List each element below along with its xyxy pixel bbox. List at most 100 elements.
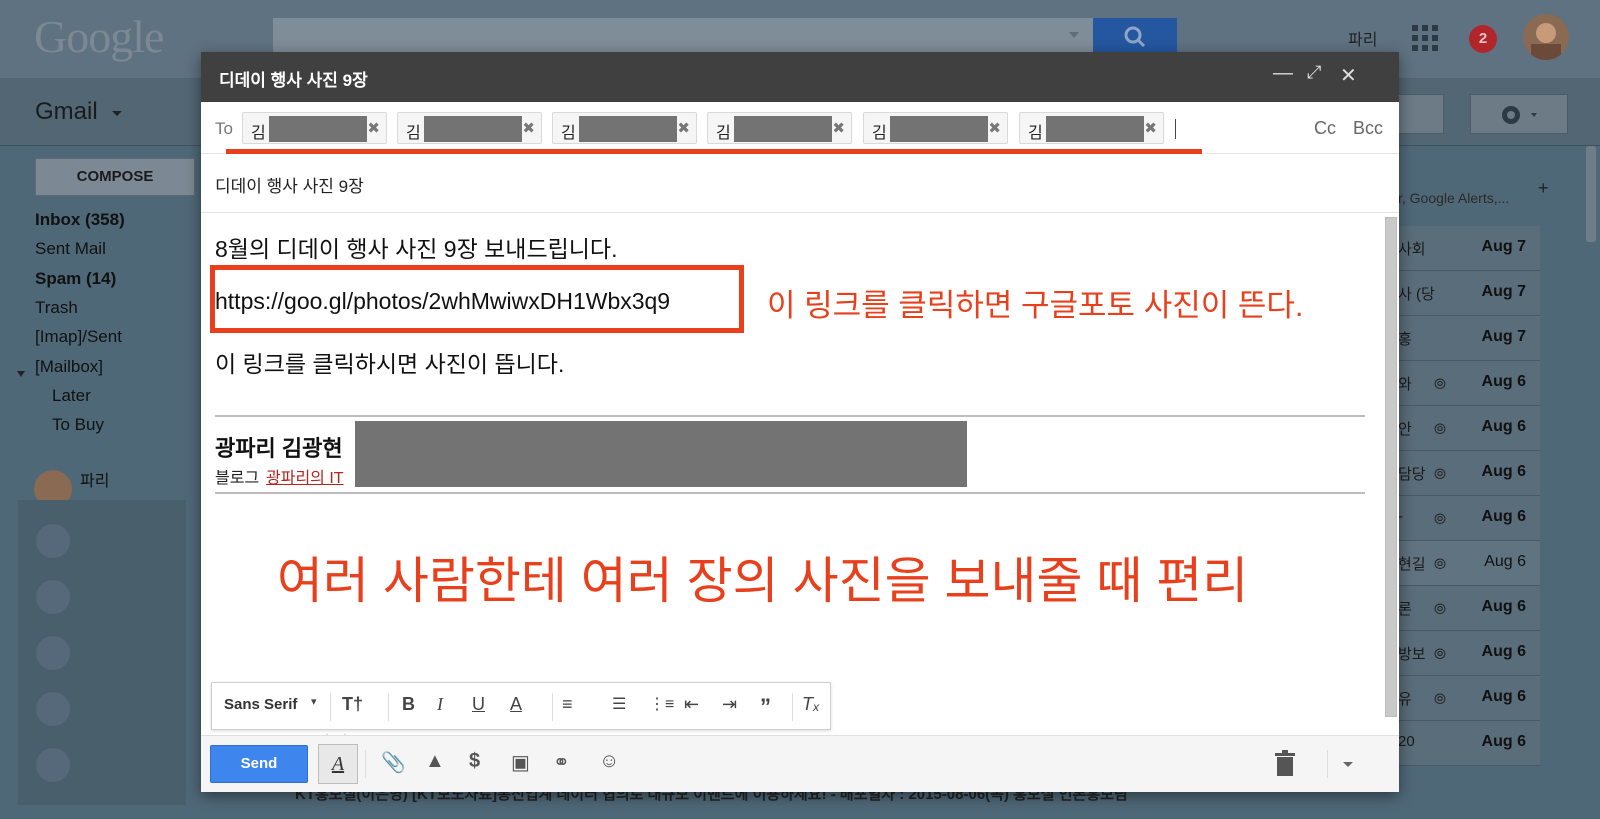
- remove-recipient-icon[interactable]: ✖: [522, 119, 535, 137]
- recipient-chip[interactable]: 김 ✖: [1019, 112, 1164, 144]
- subject-field[interactable]: 디데이 행사 사진 9장: [215, 172, 364, 197]
- nav-to-buy[interactable]: To Buy: [52, 415, 104, 435]
- formatting-options-icon[interactable]: A: [318, 744, 358, 784]
- remove-recipient-icon[interactable]: ✖: [367, 119, 380, 137]
- send-button[interactable]: Send: [210, 745, 308, 783]
- italic-icon[interactable]: I: [437, 694, 443, 715]
- contact-avatar[interactable]: [36, 636, 70, 670]
- hangouts-user-name[interactable]: 파리: [80, 467, 109, 491]
- signature-blog-link[interactable]: 광파리의 IT: [266, 464, 344, 488]
- pop-out-icon[interactable]: ⤢: [1307, 62, 1321, 83]
- email-row[interactable]: 사 (당 Aug 7: [1398, 271, 1540, 316]
- contact-avatar[interactable]: [36, 748, 70, 782]
- nav-imap-sent[interactable]: [Imap]/Sent: [35, 327, 122, 347]
- contact-avatar[interactable]: [36, 692, 70, 726]
- insert-link-icon[interactable]: ⚭: [553, 750, 570, 775]
- photo-link[interactable]: https://goo.gl/photos/2whMwiwxDH1Wbx3q9: [215, 288, 670, 315]
- nav-inbox[interactable]: Inbox (358): [35, 210, 125, 230]
- recipient-chip[interactable]: 김 ✖: [242, 112, 387, 144]
- body-text[interactable]: 8월의 디데이 행사 사진 9장 보내드립니다.: [215, 230, 617, 264]
- remove-recipient-icon[interactable]: ✖: [1144, 119, 1157, 137]
- emoji-icon[interactable]: ☺: [599, 750, 619, 773]
- underline-icon[interactable]: U: [472, 694, 485, 715]
- notification-badge[interactable]: 2: [1469, 25, 1497, 53]
- recipient-name: 김: [561, 125, 576, 142]
- email-row[interactable]: 담당 ⦾ Aug 6: [1398, 451, 1540, 496]
- remove-recipient-icon[interactable]: ✖: [988, 119, 1001, 137]
- compose-button[interactable]: COMPOSE: [35, 158, 195, 196]
- numbered-list-icon[interactable]: ☰: [612, 694, 626, 714]
- discard-draft-icon[interactable]: [1275, 750, 1295, 776]
- bulleted-list-icon[interactable]: ⋮≡: [649, 694, 674, 714]
- compose-title-bar[interactable]: 디데이 행사 사진 9장 — ⤢ ✕: [201, 52, 1399, 102]
- font-family-select[interactable]: Sans Serif: [224, 696, 297, 713]
- search-options-caret-icon[interactable]: [1069, 32, 1079, 38]
- nav-spam[interactable]: Spam (14): [35, 269, 116, 289]
- recipient-chip[interactable]: 김 ✖: [707, 112, 852, 144]
- insert-photo-icon[interactable]: ▣: [511, 750, 530, 775]
- bold-icon[interactable]: B: [402, 694, 415, 715]
- quote-icon[interactable]: ”: [760, 694, 771, 720]
- remove-recipient-icon[interactable]: ✖: [832, 119, 845, 137]
- nav-later[interactable]: Later: [52, 386, 91, 406]
- nav-trash[interactable]: Trash: [35, 298, 78, 318]
- body-text[interactable]: 이 링크를 클릭하시면 사진이 뜹니다.: [215, 345, 564, 379]
- minimize-icon[interactable]: —: [1273, 62, 1293, 85]
- text-color-icon[interactable]: A: [510, 694, 522, 715]
- google-logo[interactable]: Google: [34, 10, 164, 63]
- email-row[interactable]: 론 ⦾ Aug 6: [1398, 586, 1540, 631]
- toolbar-separator: [388, 693, 389, 721]
- font-size-icon[interactable]: T†: [342, 694, 363, 715]
- email-row[interactable]: 와 ⦾ Aug 6: [1398, 361, 1540, 406]
- email-row[interactable]: 사회 Aug 7: [1398, 226, 1540, 271]
- account-avatar[interactable]: [1523, 14, 1569, 60]
- body-scrollbar[interactable]: [1385, 217, 1397, 717]
- remove-formatting-icon[interactable]: Tₓ: [802, 694, 820, 715]
- remove-recipient-icon[interactable]: ✖: [677, 119, 690, 137]
- chevron-down-icon[interactable]: [112, 111, 122, 116]
- bcc-link[interactable]: Bcc: [1353, 118, 1383, 139]
- recipient-chip[interactable]: 김 ✖: [552, 112, 697, 144]
- recipient-chip[interactable]: 김 ✖: [397, 112, 542, 144]
- contact-avatar[interactable]: [36, 580, 70, 614]
- drive-icon[interactable]: ▲: [425, 750, 445, 773]
- contact-avatar[interactable]: [36, 524, 70, 558]
- indent-less-icon[interactable]: ⇤: [684, 694, 699, 715]
- close-icon[interactable]: ✕: [1340, 63, 1357, 88]
- formatting-toolbar: Sans Serif ▾ T† B I U A ≡ ☰ ⋮≡ ⇤ ⇥ ” Tₓ: [211, 682, 831, 730]
- email-row-date: Aug 6: [1481, 643, 1526, 660]
- recipient-name: 김: [716, 125, 731, 142]
- email-row[interactable]: 홍 Aug 7: [1398, 316, 1540, 361]
- align-icon[interactable]: ≡: [562, 694, 573, 715]
- more-options-icon[interactable]: [1343, 762, 1353, 767]
- nav-mailbox[interactable]: [Mailbox]: [35, 357, 103, 377]
- cc-link[interactable]: Cc: [1314, 118, 1336, 139]
- email-row[interactable]: 유 ⦾ Aug 6: [1398, 676, 1540, 721]
- indent-more-icon[interactable]: ⇥: [722, 694, 737, 715]
- recipient-chip[interactable]: 김 ✖: [863, 112, 1008, 144]
- email-row[interactable]: 현길 ⦾ Aug 6: [1398, 541, 1540, 586]
- redaction-block: [734, 116, 832, 142]
- attach-file-icon[interactable]: 📎: [381, 750, 406, 775]
- apps-grid-icon[interactable]: [1412, 25, 1438, 51]
- chevron-down-icon[interactable]: ▾: [311, 695, 317, 708]
- expand-triangle-icon[interactable]: [17, 371, 25, 377]
- recipient-name: 김: [1028, 125, 1043, 142]
- settings-button[interactable]: [1470, 94, 1568, 134]
- email-row-subject-fragment: 사회: [1398, 241, 1426, 258]
- add-tab-button[interactable]: +: [1538, 178, 1549, 199]
- email-row[interactable]: 방보 ⦾ Aug 6: [1398, 631, 1540, 676]
- send-money-icon[interactable]: $: [469, 750, 480, 773]
- gmail-product-label[interactable]: Gmail: [35, 98, 98, 126]
- recipients-row[interactable]: To 김 ✖ 김 ✖ 김 ✖ 김 ✖ 김 ✖ 김 ✖ Cc Bcc: [201, 102, 1399, 154]
- inbox-scrollbar[interactable]: [1586, 146, 1596, 242]
- search-input[interactable]: [273, 18, 1093, 56]
- email-row[interactable]: 20 Aug 6: [1398, 721, 1540, 766]
- category-tab[interactable]: r, Google Alerts,...: [1398, 166, 1530, 216]
- nav-sent-mail[interactable]: Sent Mail: [35, 239, 106, 259]
- account-name[interactable]: 파리: [1348, 26, 1377, 50]
- email-row[interactable]: - ⦾ Aug 6: [1398, 496, 1540, 541]
- more-actions-button[interactable]: [1392, 94, 1444, 134]
- search-button[interactable]: [1093, 18, 1177, 56]
- email-row[interactable]: 안 ⦾ Aug 6: [1398, 406, 1540, 451]
